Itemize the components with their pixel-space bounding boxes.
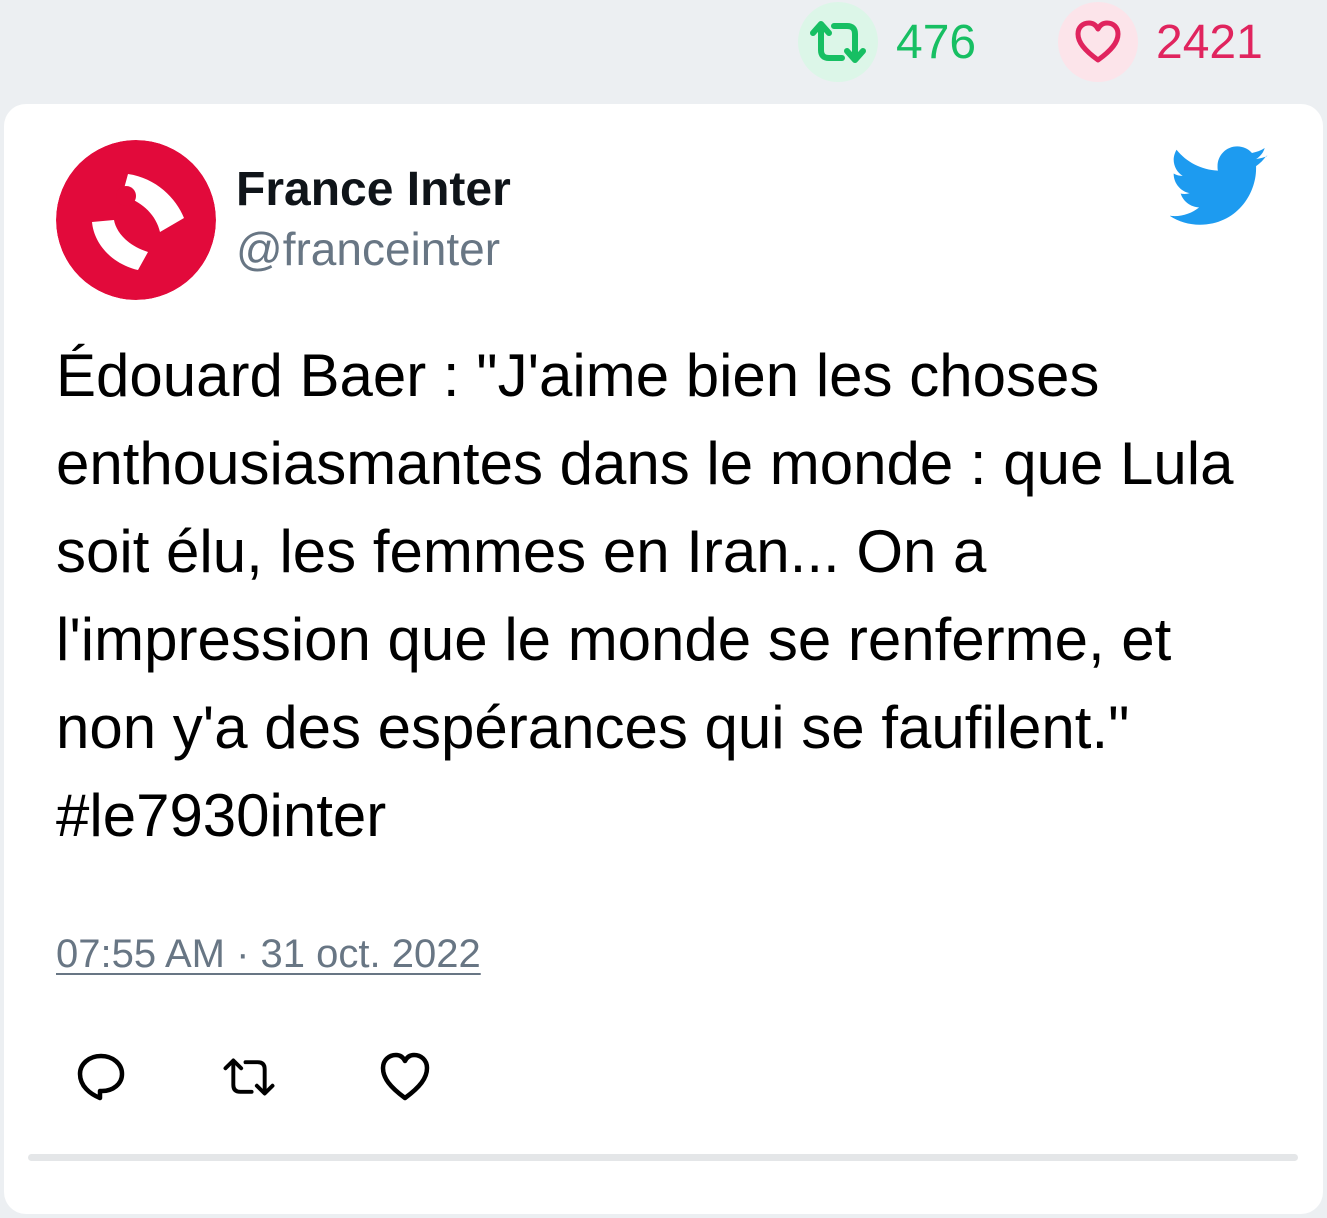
tweet-card: France Inter @franceinter Édouard Baer :… — [4, 104, 1323, 1214]
like-stat[interactable]: 2421 — [1058, 2, 1263, 82]
like-count: 2421 — [1156, 15, 1263, 69]
reply-icon[interactable] — [74, 1050, 128, 1104]
tweet-text: Édouard Baer : "J'aime bien les choses e… — [56, 342, 1234, 849]
author-handle[interactable]: @franceinter — [236, 222, 500, 276]
like-stat-icon-circle — [1058, 2, 1138, 82]
tweet-timestamp[interactable]: 07:55 AM · 31 oct. 2022 — [56, 932, 481, 977]
engagement-stats-bar: 476 2421 — [0, 0, 1327, 100]
retweet-count: 476 — [896, 15, 977, 69]
retweet-icon — [810, 21, 866, 63]
author-name[interactable]: France Inter — [236, 162, 511, 217]
card-divider — [28, 1154, 1298, 1161]
retweet-stat-icon-circle — [798, 2, 878, 82]
heart-icon[interactable] — [378, 1050, 432, 1104]
retweet-icon[interactable] — [222, 1050, 276, 1104]
twitter-bird-icon[interactable] — [1170, 146, 1270, 228]
retweet-stat[interactable]: 476 — [798, 2, 976, 82]
france-inter-logo-icon — [56, 140, 216, 300]
heart-icon — [1075, 20, 1121, 63]
avatar[interactable] — [56, 140, 216, 300]
